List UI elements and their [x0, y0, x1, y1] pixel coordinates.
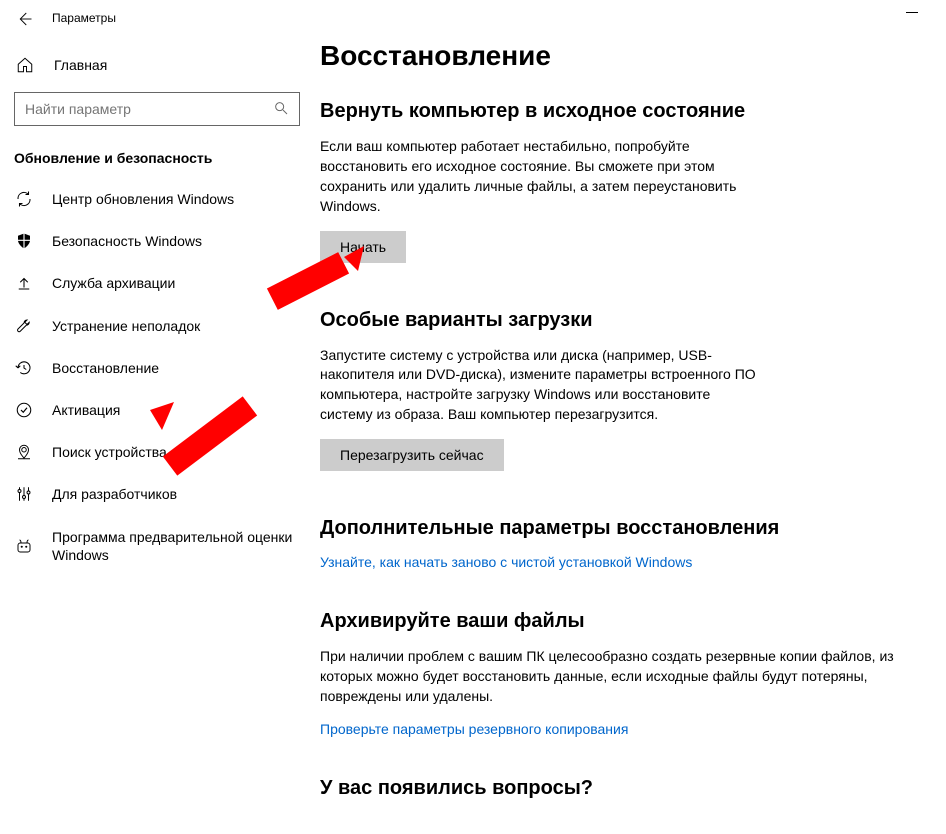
- insider-icon: [14, 537, 34, 555]
- sidebar-item-recovery[interactable]: Восстановление: [0, 347, 320, 389]
- sidebar: Главная Обновление и безопасность Центр …: [0, 36, 320, 834]
- search-input[interactable]: [25, 101, 265, 117]
- sidebar-item-label: Устранение неполадок: [52, 317, 200, 335]
- check-circle-icon: [14, 401, 34, 419]
- section-heading: Особые варианты загрузки: [320, 309, 946, 332]
- wrench-icon: [14, 317, 34, 335]
- sidebar-item-find-device[interactable]: Поиск устройства: [0, 431, 320, 473]
- shield-icon: [14, 232, 34, 250]
- sidebar-item-developers[interactable]: Для разработчиков: [0, 473, 320, 515]
- page-title: Восстановление: [320, 40, 946, 72]
- section-heading: Дополнительные параметры восстановления: [320, 517, 946, 540]
- sidebar-item-label: Активация: [52, 401, 120, 419]
- section-body: Запустите систему с устройства или диска…: [320, 346, 760, 426]
- titlebar: Параметры: [0, 0, 946, 36]
- sidebar-item-label: Для разработчиков: [52, 485, 177, 503]
- upload-icon: [14, 274, 34, 292]
- sidebar-item-home[interactable]: Главная: [0, 48, 320, 82]
- sliders-icon: [14, 485, 34, 503]
- section-body: При наличии проблем с вашим ПК целесообр…: [320, 647, 920, 707]
- section-body: Если ваш компьютер работает нестабильно,…: [320, 137, 760, 217]
- section-advanced-startup: Особые варианты загрузки Запустите систе…: [320, 309, 946, 478]
- search-icon: [273, 100, 289, 119]
- sidebar-item-activation[interactable]: Активация: [0, 389, 320, 431]
- section-have-question: У вас появились вопросы?: [320, 777, 946, 800]
- section-more-recovery: Дополнительные параметры восстановления …: [320, 517, 946, 570]
- sidebar-group-header: Обновление и безопасность: [0, 140, 320, 178]
- section-reset: Вернуть компьютер в исходное состояние Е…: [320, 100, 946, 269]
- fresh-start-link[interactable]: Узнайте, как начать заново с чистой уста…: [320, 554, 692, 570]
- sidebar-item-label: Программа предварительной оценки Windows: [52, 528, 306, 564]
- sync-icon: [14, 190, 34, 208]
- home-icon: [16, 56, 36, 74]
- sidebar-item-label: Главная: [54, 57, 107, 73]
- section-heading: Вернуть компьютер в исходное состояние: [320, 100, 946, 123]
- section-heading: У вас появились вопросы?: [320, 777, 946, 800]
- content-area: Восстановление Вернуть компьютер в исход…: [320, 36, 946, 834]
- search-box[interactable]: [14, 92, 300, 126]
- reset-start-button[interactable]: Начать: [320, 231, 406, 263]
- sidebar-item-label: Центр обновления Windows: [52, 190, 234, 208]
- restart-now-button[interactable]: Перезагрузить сейчас: [320, 439, 504, 471]
- sidebar-item-troubleshoot[interactable]: Устранение неполадок: [0, 305, 320, 347]
- section-backup-files: Архивируйте ваши файлы При наличии пробл…: [320, 610, 946, 737]
- sidebar-item-windows-security[interactable]: Безопасность Windows: [0, 220, 320, 262]
- sidebar-item-backup[interactable]: Служба архивации: [0, 262, 320, 304]
- section-heading: Архивируйте ваши файлы: [320, 610, 946, 633]
- sidebar-item-label: Безопасность Windows: [52, 232, 202, 250]
- sidebar-item-windows-update[interactable]: Центр обновления Windows: [0, 178, 320, 220]
- backup-settings-link[interactable]: Проверьте параметры резервного копирован…: [320, 721, 628, 737]
- sidebar-item-label: Восстановление: [52, 359, 159, 377]
- sidebar-item-label: Служба архивации: [52, 274, 175, 292]
- back-button[interactable]: [12, 7, 36, 31]
- sidebar-item-insider-program[interactable]: Программа предварительной оценки Windows: [0, 516, 320, 576]
- location-icon: [14, 443, 34, 461]
- sidebar-item-label: Поиск устройства: [52, 443, 167, 461]
- back-arrow-icon: [15, 10, 33, 28]
- history-icon: [14, 359, 34, 377]
- window-title: Параметры: [52, 11, 116, 25]
- minimize-button[interactable]: [906, 12, 918, 13]
